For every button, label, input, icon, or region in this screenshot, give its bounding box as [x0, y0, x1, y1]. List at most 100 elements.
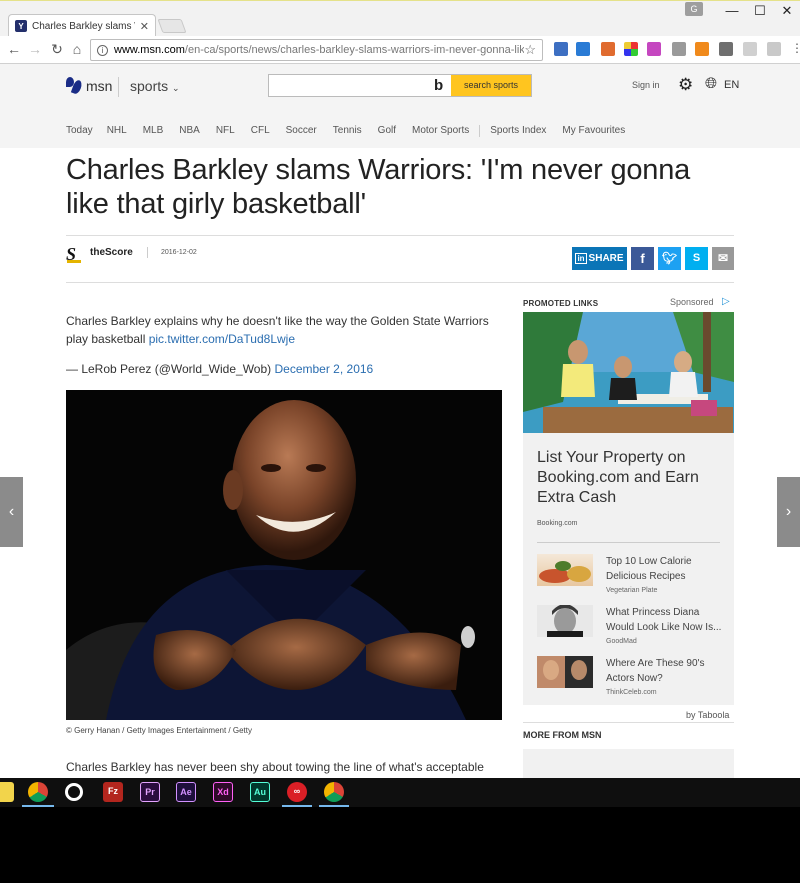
promoted-item-source: Vegetarian Plate	[606, 587, 658, 594]
extension-icon[interactable]	[767, 42, 781, 56]
tweet-pic-link[interactable]: pic.twitter.com/DaTud8Lwje	[149, 332, 295, 346]
msn-wordmark: msn	[86, 78, 113, 94]
bing-icon: b	[434, 77, 444, 94]
sign-in-link[interactable]: Sign in	[632, 80, 660, 90]
subnav-item-my-favourites[interactable]: My Favourites	[562, 125, 625, 137]
after-effects-icon[interactable]: Ae	[176, 782, 196, 802]
skype-icon: S	[692, 252, 701, 264]
actors-thumbnail[interactable]	[537, 656, 593, 688]
chrome-icon[interactable]	[324, 782, 344, 802]
extension-icon[interactable]	[624, 42, 638, 56]
filezilla-icon[interactable]: Fz	[103, 782, 123, 802]
url-text[interactable]: www.msn.com/en-ca/sports/news/charles-ba…	[114, 44, 524, 56]
sticky-notes-icon[interactable]	[0, 782, 14, 802]
facebook-share-button[interactable]: f	[631, 247, 654, 270]
browser-toolbar: ← → ↻ ⌂ i www.msn.com/en-ca/sports/news/…	[0, 36, 800, 64]
bookmark-star-icon[interactable]: ☆	[524, 42, 536, 58]
subnav-item-tennis[interactable]: Tennis	[333, 125, 362, 137]
subnav-item-mlb[interactable]: MLB	[143, 125, 164, 137]
promoted-item-title[interactable]: Where Are These 90's Actors Now?	[606, 656, 730, 686]
facebook-icon: f	[640, 251, 645, 266]
search-button[interactable]: search sports	[451, 75, 531, 96]
linkedin-share-button[interactable]: in SHARE	[572, 247, 627, 270]
mail-share-button[interactable]: ✉	[712, 247, 734, 270]
minimize-icon[interactable]: —	[722, 3, 742, 18]
section-menu[interactable]: sports ⌄	[130, 78, 180, 94]
msn-logo[interactable]: msn	[66, 77, 112, 95]
chrome-icon[interactable]	[28, 782, 48, 802]
subnav-item-motor-sports[interactable]: Motor Sports	[412, 125, 469, 137]
msn-favicon-icon: Y	[15, 20, 27, 32]
skype-share-button[interactable]: S	[685, 247, 708, 270]
diana-thumbnail[interactable]	[537, 605, 593, 637]
subnav-item-golf[interactable]: Golf	[378, 125, 396, 137]
tab-close-icon[interactable]: ✕	[140, 20, 149, 33]
home-icon[interactable]: ⌂	[68, 41, 86, 57]
reload-icon[interactable]: ↻	[48, 41, 66, 58]
profile-button[interactable]: G	[685, 2, 703, 16]
subnav-item-nhl[interactable]: NHL	[107, 125, 127, 137]
recorder-icon[interactable]	[65, 783, 83, 801]
promoted-item-source: GoodMad	[606, 638, 637, 645]
promoted-links-heading: PROMOTED LINKS	[523, 299, 599, 308]
forward-icon[interactable]: →	[26, 41, 44, 57]
extension-icon[interactable]	[576, 42, 590, 56]
subnav-item-nba[interactable]: NBA	[179, 125, 200, 137]
taboola-credit[interactable]: by Taboola	[686, 710, 729, 720]
subnav-item-today[interactable]: Today	[66, 125, 93, 137]
extension-icon[interactable]	[743, 42, 757, 56]
back-icon[interactable]: ←	[5, 41, 23, 57]
next-article-arrow-icon[interactable]: ›	[777, 477, 800, 547]
promoted-item-title[interactable]: Top 10 Low Calorie Delicious Recipes	[606, 554, 730, 584]
maximize-icon[interactable]: ☐	[750, 3, 770, 19]
embedded-tweet-text: Charles Barkley explains why he doesn't …	[66, 314, 489, 346]
subnav-item-sports-index[interactable]: Sports Index	[490, 125, 546, 137]
language-label[interactable]: EN	[724, 79, 739, 91]
promoted-ad-card[interactable]: List Your Property on Booking.com and Ea…	[523, 312, 734, 705]
active-indicator	[22, 805, 54, 807]
twitter-share-button[interactable]: 🐦︎	[658, 247, 681, 270]
recipe-thumbnail[interactable]	[537, 554, 593, 586]
subnav-item-soccer[interactable]: Soccer	[286, 125, 317, 137]
ad-image[interactable]	[523, 312, 734, 433]
previous-article-arrow-icon[interactable]: ‹	[0, 477, 23, 547]
globe-icon[interactable]: 🌐︎	[705, 75, 717, 92]
extension-icon[interactable]	[554, 42, 568, 56]
search-box[interactable]: b search sports	[268, 74, 532, 97]
extension-icon[interactable]	[719, 42, 733, 56]
sports-subnav: Today NHL MLB NBA NFL CFL Soccer Tennis …	[66, 125, 625, 137]
msn-header: msn sports ⌄ b search sports Sign in ⚙ 🌐…	[0, 64, 800, 148]
extension-icon[interactable]	[601, 42, 615, 56]
xd-icon[interactable]: Xd	[213, 782, 233, 802]
more-from-msn-panel	[523, 749, 734, 778]
info-icon[interactable]: i	[97, 44, 108, 56]
more-from-msn-heading: MORE FROM MSN	[523, 730, 602, 740]
gear-icon[interactable]: ⚙	[678, 75, 693, 95]
extension-icon[interactable]	[695, 42, 709, 56]
premiere-icon[interactable]: Pr	[140, 782, 160, 802]
tweet-attribution: — LeRob Perez (@World_Wide_Wob) December…	[66, 362, 374, 376]
menu-dots-icon[interactable]: ⋮	[788, 41, 800, 55]
linkedin-icon: in	[575, 253, 587, 264]
active-indicator	[319, 805, 349, 807]
ad-title[interactable]: List Your Property on Booking.com and Ea…	[537, 448, 727, 508]
source-name[interactable]: theScore	[90, 247, 133, 258]
sponsored-label[interactable]: Sponsored	[670, 297, 714, 307]
browser-tab[interactable]: Y Charles Barkley slams Wa ✕	[8, 14, 156, 37]
address-bar[interactable]: i www.msn.com/en-ca/sports/news/charles-…	[90, 39, 543, 61]
promoted-item-title[interactable]: What Princess Diana Would Look Like Now …	[606, 605, 730, 635]
extension-icon[interactable]	[647, 42, 661, 56]
creative-cloud-icon[interactable]: ∞	[287, 782, 307, 802]
article-title: Charles Barkley slams Warriors: 'I'm nev…	[66, 154, 691, 220]
new-tab-button[interactable]	[157, 19, 187, 33]
article-photo[interactable]	[66, 390, 502, 720]
ad-source: Booking.com	[537, 520, 578, 527]
close-window-icon[interactable]: ✕	[777, 3, 797, 19]
camera-icon[interactable]	[672, 42, 686, 56]
audition-icon[interactable]: Au	[250, 782, 270, 802]
tweet-date-link[interactable]: December 2, 2016	[274, 362, 373, 376]
adchoices-icon[interactable]: ▷	[722, 296, 730, 307]
subnav-item-cfl[interactable]: CFL	[251, 125, 270, 137]
divider	[66, 235, 734, 236]
subnav-item-nfl[interactable]: NFL	[216, 125, 235, 137]
